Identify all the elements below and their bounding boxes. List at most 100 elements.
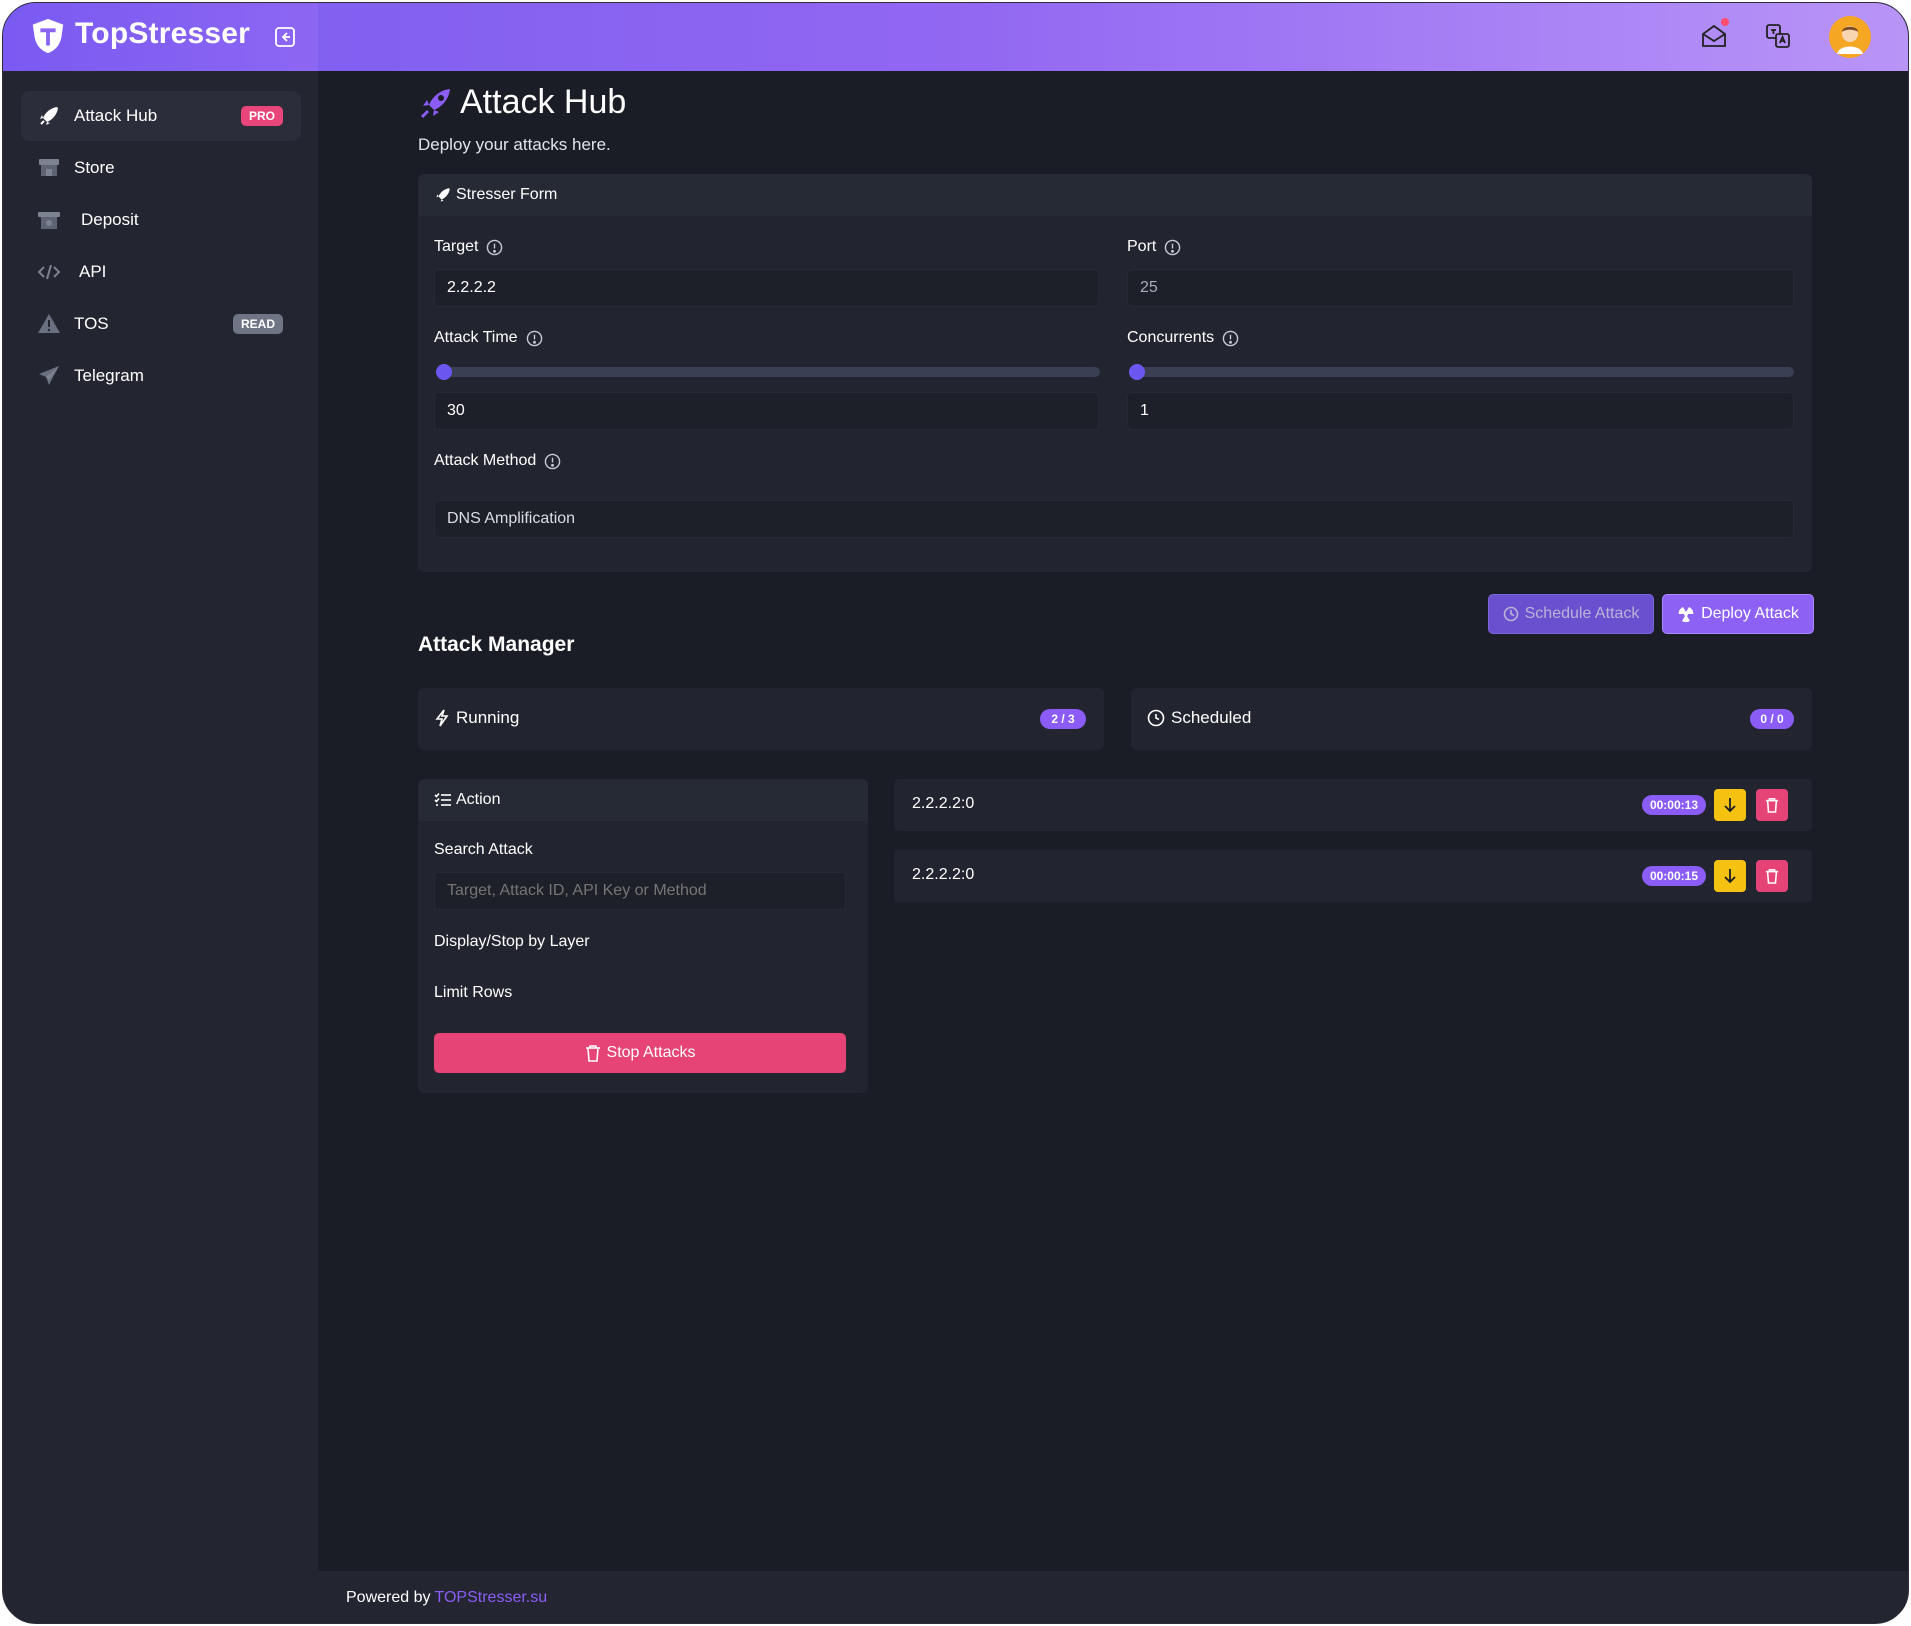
download-button[interactable]: [1714, 860, 1746, 892]
card-header: Action: [418, 779, 868, 821]
target-input[interactable]: 2.2.2.2: [434, 269, 1099, 307]
sidebar: Attack Hub PRO Store Deposit API TOS REA…: [3, 71, 318, 1623]
port-label-text: Port: [1127, 238, 1157, 255]
info-icon[interactable]: [526, 330, 543, 347]
info-icon[interactable]: [486, 239, 503, 256]
schedule-attack-button[interactable]: Schedule Attack: [1488, 594, 1654, 634]
sidebar-item-telegram[interactable]: Telegram: [21, 351, 301, 401]
page-subtitle: Deploy your attacks here.: [418, 135, 611, 154]
app-window: TopStresser Attack Hub PRO Store Deposit…: [2, 2, 1909, 1624]
card-title: Action: [456, 791, 501, 808]
list-icon: [434, 792, 451, 806]
info-icon[interactable]: [544, 453, 561, 470]
shield-logo-icon: [32, 18, 64, 54]
target-label-text: Target: [434, 238, 479, 255]
schedule-attack-label: Schedule Attack: [1524, 605, 1640, 622]
scheduled-card[interactable]: Scheduled 0 / 0: [1131, 688, 1812, 750]
store-icon: [39, 159, 59, 176]
clock-icon: [1503, 606, 1518, 622]
search-attack-label: Search Attack: [434, 841, 533, 858]
slider-thumb[interactable]: [436, 364, 452, 380]
attack-method-select[interactable]: DNS Amplification: [434, 500, 1794, 538]
running-card[interactable]: Running 2 / 3: [418, 688, 1104, 750]
running-label: Running: [434, 708, 519, 728]
limit-rows-label: Limit Rows: [434, 984, 513, 1001]
translate-icon[interactable]: [1763, 21, 1793, 51]
rocket-icon: [40, 107, 58, 125]
sidebar-item-label: TOS: [74, 314, 109, 333]
attack-time-input[interactable]: 30: [434, 392, 1099, 430]
stop-attacks-label: Stop Attacks: [606, 1044, 696, 1061]
sidebar-item-api[interactable]: API: [21, 247, 301, 297]
card-title: Stresser Form: [456, 186, 558, 203]
attack-time-slider[interactable]: [436, 364, 1100, 380]
footer-text: Powered by: [346, 1589, 431, 1606]
footer: Powered by TOPStresser.su: [318, 1571, 1908, 1623]
avatar[interactable]: [1829, 16, 1871, 58]
attack-target: 2.2.2.2:0: [912, 795, 975, 812]
attack-manager-title: Attack Manager: [418, 633, 575, 656]
port-input[interactable]: 25: [1127, 269, 1794, 307]
deposit-icon: [38, 212, 60, 229]
warning-icon: [38, 314, 60, 333]
sidebar-item-deposit[interactable]: Deposit: [21, 195, 301, 245]
attack-timer-badge: 00:00:13: [1641, 795, 1706, 815]
attack-target: 2.2.2.2:0: [912, 866, 975, 883]
footer-link[interactable]: TOPStresser.su: [435, 1589, 548, 1607]
concurrents-slider[interactable]: [1129, 364, 1794, 380]
trash-icon: [1765, 798, 1779, 813]
stop-attacks-button[interactable]: Stop Attacks: [434, 1033, 846, 1073]
delete-button[interactable]: [1756, 789, 1788, 821]
attack-method-label: Attack Method: [434, 452, 561, 470]
table-row: 2.2.2.2:0 00:00:15: [894, 850, 1812, 902]
arrow-down-icon: [1724, 869, 1736, 884]
download-button[interactable]: [1714, 789, 1746, 821]
deploy-attack-label: Deploy Attack: [1701, 605, 1799, 622]
sidebar-item-store[interactable]: Store: [21, 143, 301, 193]
brand-name[interactable]: TopStresser: [75, 17, 250, 51]
notification-dot: [1721, 18, 1729, 26]
code-icon: [37, 264, 61, 280]
attack-timer-badge: 00:00:15: [1641, 866, 1706, 886]
arrow-down-icon: [1724, 798, 1736, 813]
slider-thumb[interactable]: [1129, 364, 1145, 380]
collapse-sidebar-icon[interactable]: [273, 25, 297, 49]
sidebar-item-label: Deposit: [81, 210, 139, 229]
table-row: 2.2.2.2:0 00:00:13: [894, 779, 1812, 831]
info-icon[interactable]: [1164, 239, 1181, 256]
pro-badge: PRO: [240, 106, 283, 126]
sidebar-item-tos[interactable]: TOS READ: [21, 299, 301, 349]
scheduled-label: Scheduled: [1147, 708, 1251, 728]
search-attack-input[interactable]: [434, 872, 846, 910]
rocket-icon: [420, 89, 450, 119]
deploy-attack-button[interactable]: Deploy Attack: [1662, 594, 1814, 634]
send-icon: [39, 366, 59, 385]
trash-icon: [585, 1045, 600, 1062]
delete-button[interactable]: [1756, 860, 1788, 892]
card-header: Stresser Form: [418, 174, 1812, 216]
scheduled-count-badge: 0 / 0: [1750, 709, 1794, 729]
running-count-badge: 2 / 3: [1040, 709, 1086, 729]
page-title: Attack Hub: [460, 83, 627, 121]
scheduled-label-text: Scheduled: [1171, 708, 1252, 727]
concurrents-input[interactable]: 1: [1127, 392, 1794, 430]
main-content: Attack Hub Deploy your attacks here. Str…: [318, 71, 1908, 1571]
target-label: Target: [434, 238, 503, 256]
running-label-text: Running: [456, 708, 520, 727]
clock-icon: [1147, 709, 1165, 727]
brand-area: TopStresser: [3, 3, 318, 71]
sidebar-item-label: Telegram: [74, 366, 144, 385]
action-card: Action Search Attack Display/Stop by Lay…: [418, 779, 868, 1093]
info-icon[interactable]: [1222, 330, 1239, 347]
bolt-icon: [435, 709, 449, 727]
read-badge: READ: [232, 314, 283, 334]
sidebar-item-attack-hub[interactable]: Attack Hub PRO: [21, 91, 301, 141]
rocket-icon: [436, 188, 450, 202]
radiation-icon: [1678, 607, 1694, 623]
sidebar-item-label: Attack Hub: [74, 106, 158, 125]
stresser-form-card: Stresser Form Target 2.2.2.2 Port 25 Att…: [418, 174, 1812, 572]
top-bar: TopStresser: [3, 3, 1908, 71]
concurrents-label-text: Concurrents: [1127, 329, 1215, 346]
concurrents-label: Concurrents: [1127, 329, 1239, 347]
attack-time-label: Attack Time: [434, 329, 543, 347]
